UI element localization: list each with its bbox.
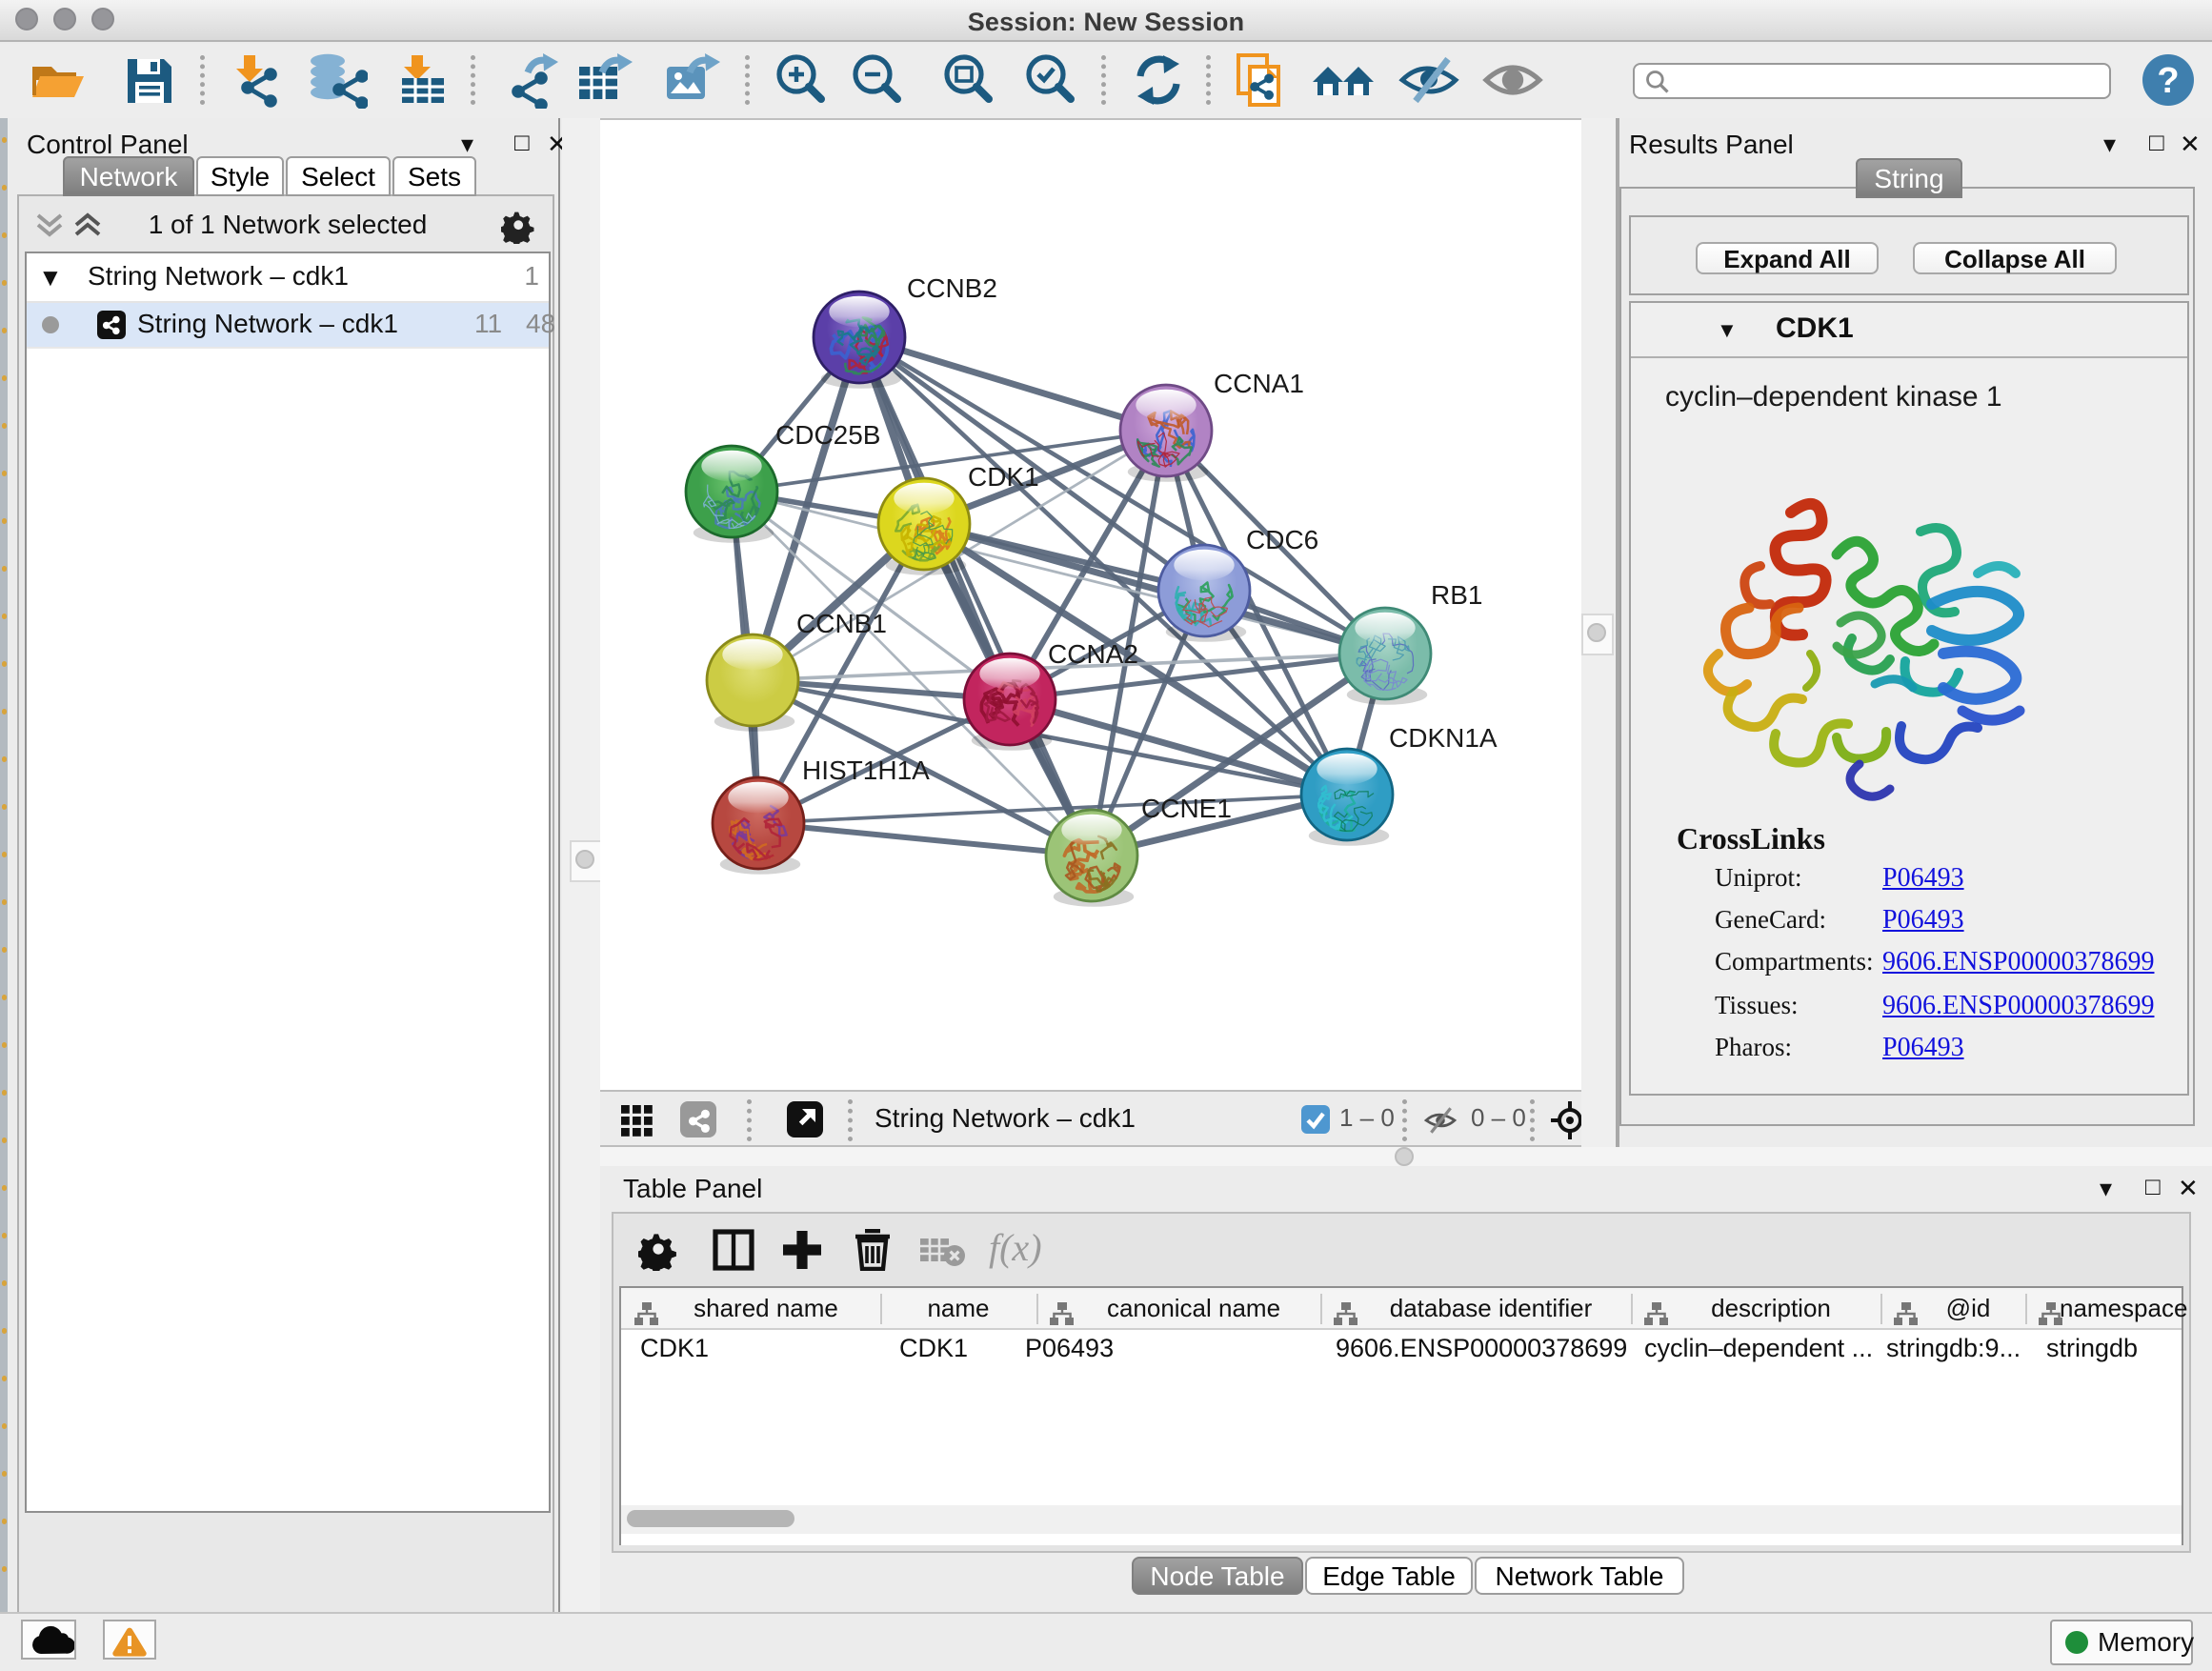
svg-text:CCNE1: CCNE1	[1141, 794, 1232, 823]
svg-text:CCNB2: CCNB2	[907, 273, 997, 303]
svg-text:CDC25B: CDC25B	[775, 420, 880, 450]
svg-text:RB1: RB1	[1431, 580, 1482, 610]
svg-text:CCNA1: CCNA1	[1214, 369, 1304, 398]
svg-text:CDKN1A: CDKN1A	[1389, 723, 1498, 753]
svg-text:CCNB1: CCNB1	[796, 609, 887, 638]
svg-text:CDC6: CDC6	[1246, 525, 1318, 554]
svg-text:?: ?	[2157, 61, 2179, 101]
svg-text:CCNA2: CCNA2	[1048, 639, 1138, 669]
svg-text:HIST1H1A: HIST1H1A	[802, 755, 930, 785]
svg-text:CDK1: CDK1	[968, 462, 1039, 492]
